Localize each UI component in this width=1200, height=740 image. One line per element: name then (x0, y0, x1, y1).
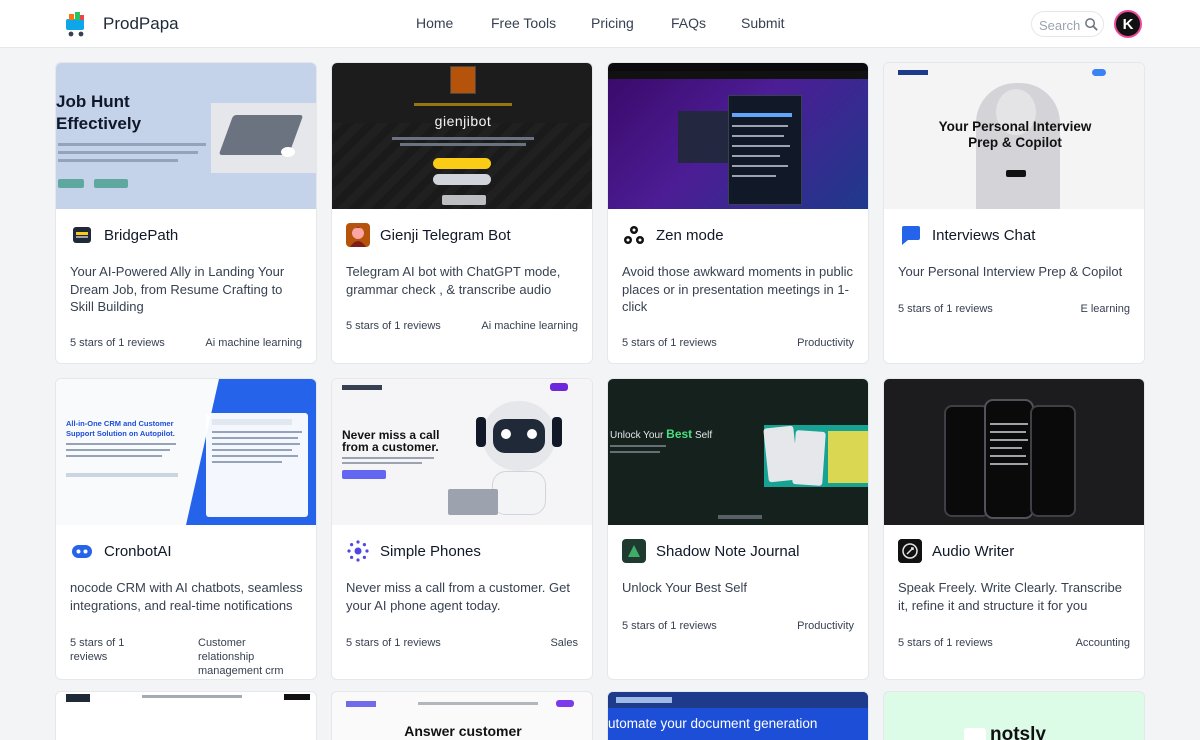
product-card[interactable]: Job Hunt Effectively BridgePath Your AI-… (55, 62, 317, 364)
card-screenshot (884, 379, 1144, 525)
card-category[interactable]: Sales (550, 636, 578, 650)
user-avatar[interactable]: K (1114, 10, 1142, 38)
top-navbar: ProdPapa Home Free Tools Pricing FAQs Su… (0, 0, 1200, 48)
search-input[interactable]: Search (1031, 11, 1104, 37)
card-description: Unlock Your Best Self (622, 580, 748, 595)
screenshot-headline: Your Personal Interview Prep & Copilot (884, 119, 1144, 151)
card-category[interactable]: Productivity (797, 619, 854, 633)
nav-submit[interactable]: Submit (741, 15, 785, 31)
search-icon (1085, 18, 1098, 31)
screenshot-word: Self (694, 430, 713, 441)
bridgepath-logo-icon (70, 223, 94, 247)
card-category[interactable]: Accounting (1076, 636, 1130, 650)
product-card[interactable]: All-in-One CRM and Customer Support Solu… (55, 378, 317, 680)
screenshot-headline: Answer customer (404, 723, 522, 739)
card-category[interactable]: E learning (1080, 302, 1130, 316)
screenshot-line: Prep & Copilot (968, 135, 1062, 150)
screenshot-line: Effectively (56, 114, 142, 133)
card-title[interactable]: CronbotAI (104, 543, 172, 560)
card-description: Telegram AI bot with ChatGPT mode, gramm… (346, 264, 561, 297)
screenshot-headline: notsly (990, 724, 1046, 740)
card-description: Speak Freely. Write Clearly. Transcribe … (898, 580, 1122, 613)
screenshot-headline: Job Hunt Effectively (56, 91, 141, 135)
main-nav: Home Free Tools Pricing FAQs Submit (0, 15, 1200, 35)
product-card[interactable]: Audio Writer Speak Freely. Write Clearly… (883, 378, 1145, 680)
nav-free-tools[interactable]: Free Tools (491, 15, 556, 31)
screenshot-line: Your Personal Interview (938, 119, 1092, 134)
product-card[interactable]: Never miss a call from a customer. Simpl… (331, 378, 593, 680)
card-rating: 5 stars of 1 reviews (346, 637, 441, 649)
card-screenshot: Never miss a call from a customer. (332, 379, 592, 525)
screenshot-word: Unlock Your (610, 430, 664, 441)
card-screenshot: Unlock Your Best Self (608, 379, 868, 525)
product-card[interactable]: Your Personal Interview Prep & Copilot I… (883, 62, 1145, 364)
screenshot-line: Job Hunt (56, 92, 130, 111)
card-description: Your AI-Powered Ally in Landing Your Dre… (70, 264, 285, 314)
card-title[interactable]: Audio Writer (932, 543, 1014, 560)
card-rating: 5 stars of 1 reviews (622, 620, 717, 632)
card-category[interactable]: Customer relationship management crm (198, 636, 302, 678)
card-screenshot: Job Hunt Effectively (56, 63, 316, 209)
avatar-letter: K (1122, 16, 1134, 33)
card-description: nocode CRM with AI chatbots, seamless in… (70, 580, 303, 613)
simple-phones-logo-icon (346, 539, 370, 563)
product-card-partial[interactable]: notsly (883, 691, 1145, 740)
card-category[interactable]: Productivity (797, 336, 854, 350)
screenshot-line: Support Solution on Autopilot. (66, 429, 175, 438)
product-card[interactable]: gienjibot Gienji Telegram Bot Telegram A… (331, 62, 593, 364)
card-title[interactable]: Shadow Note Journal (656, 543, 799, 560)
nav-home[interactable]: Home (416, 15, 453, 31)
screenshot-line: from a customer. (342, 440, 439, 454)
card-description: Your Personal Interview Prep & Copilot (898, 264, 1123, 279)
card-category[interactable]: Ai machine learning (481, 319, 578, 333)
card-title[interactable]: BridgePath (104, 227, 178, 244)
chat-bubble-icon (898, 223, 922, 247)
card-rating: 5 stars of 1 reviews (346, 320, 441, 332)
cronbot-logo-icon (70, 539, 94, 563)
product-card[interactable]: Zen mode Avoid those awkward moments in … (607, 62, 869, 364)
product-card-partial[interactable]: utomate your document generation (607, 691, 869, 740)
card-screenshot: All-in-One CRM and Customer Support Solu… (56, 379, 316, 525)
product-card-partial[interactable]: Answer customer (331, 691, 593, 740)
audio-writer-logo-icon (898, 539, 922, 563)
card-rating: 5 stars of 1 reviews (898, 637, 993, 649)
card-screenshot (608, 63, 868, 209)
nav-faqs[interactable]: FAQs (671, 15, 706, 31)
card-rating: 5 stars of 1 reviews (622, 337, 717, 349)
card-screenshot: gienjibot (332, 63, 592, 209)
screenshot-headline: All-in-One CRM and Customer Support Solu… (66, 419, 175, 439)
gienji-logo-icon (346, 223, 370, 247)
screenshot-headline: Never miss a call from a customer. (342, 429, 439, 453)
card-description: Avoid those awkward moments in public pl… (622, 264, 853, 314)
card-screenshot: Your Personal Interview Prep & Copilot (884, 63, 1144, 209)
search-placeholder: Search (1039, 18, 1081, 33)
screenshot-line: All-in-One CRM and Customer (66, 419, 174, 428)
card-rating: 5 stars of 1 reviews (898, 303, 993, 315)
shadow-note-logo-icon (622, 539, 646, 563)
nav-pricing[interactable]: Pricing (591, 15, 634, 31)
card-title[interactable]: Simple Phones (380, 543, 481, 560)
card-category[interactable]: Ai machine learning (205, 336, 302, 350)
card-title[interactable]: Interviews Chat (932, 227, 1035, 244)
product-card-partial[interactable] (55, 691, 317, 740)
screenshot-headline: utomate your document generation (608, 716, 818, 731)
screenshot-word: Best (666, 427, 693, 441)
card-rating: 5 stars of 1 reviews (70, 637, 125, 663)
card-title[interactable]: Zen mode (656, 227, 724, 244)
product-card[interactable]: Unlock Your Best Self Shadow Note Journa… (607, 378, 869, 680)
card-title[interactable]: Gienji Telegram Bot (380, 227, 511, 244)
card-rating: 5 stars of 1 reviews (70, 337, 165, 349)
screenshot-headline: gienjibot (434, 113, 492, 129)
zen-mode-logo-icon (622, 223, 646, 247)
card-description: Never miss a call from a customer. Get y… (346, 580, 570, 613)
screenshot-headline: Unlock Your Best Self (610, 427, 712, 441)
